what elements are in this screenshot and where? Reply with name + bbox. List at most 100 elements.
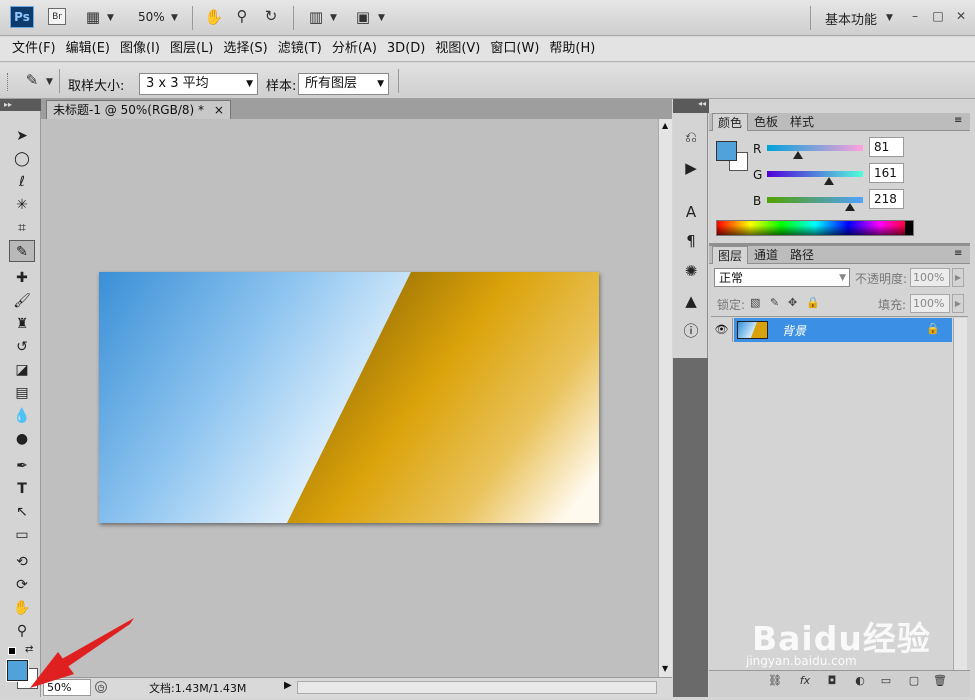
blue-slider-thumb[interactable] <box>845 203 855 211</box>
chevron-down-icon[interactable]: ▼ <box>171 13 178 23</box>
menu-view[interactable]: 视图(V) <box>430 37 485 61</box>
panel-menu-icon[interactable]: ≡ <box>954 248 962 259</box>
lock-position-icon[interactable]: ✥ <box>788 296 797 309</box>
sample-select[interactable]: 所有图层 ▼ <box>298 73 389 95</box>
layer-name[interactable]: 背景 <box>782 322 806 339</box>
info-panel-icon[interactable]: ⓘ <box>680 320 702 342</box>
vertical-scrollbar[interactable]: ▲ ▼ <box>658 119 672 677</box>
tab-styles[interactable]: 样式 <box>785 113 819 131</box>
hand-tool-icon[interactable]: ✋ <box>204 9 224 25</box>
gradient-tool-icon[interactable]: ▤ <box>9 382 35 404</box>
healing-brush-tool-icon[interactable]: ✚ <box>9 267 35 289</box>
character-panel-icon[interactable]: A <box>680 201 702 223</box>
red-value-input[interactable]: 81 <box>869 137 904 157</box>
layer-visibility-eye-icon[interactable]: 👁 <box>711 318 733 342</box>
collapse-toolbox-icon[interactable]: ▸▸ <box>0 99 41 111</box>
eyedropper-tool-icon[interactable]: ✎ <box>9 240 35 262</box>
screen-mode-icon[interactable]: ▣ <box>353 9 373 25</box>
document-tab[interactable]: 未标题-1 @ 50%(RGB/8) * × <box>46 100 231 119</box>
document-canvas[interactable] <box>99 272 599 523</box>
new-layer-icon[interactable]: ▢ <box>907 674 921 688</box>
brush-tool-icon[interactable]: 🖌 <box>9 290 35 312</box>
green-value-input[interactable]: 161 <box>869 163 904 183</box>
magic-wand-tool-icon[interactable]: ✳ <box>9 194 35 216</box>
fill-arrow-icon[interactable]: ▶ <box>952 294 964 313</box>
move-tool-icon[interactable]: ➤ <box>9 125 35 147</box>
red-slider-track[interactable] <box>767 145 863 151</box>
zoom-tool-icon[interactable]: ⚲ <box>232 8 252 24</box>
green-slider-track[interactable] <box>767 171 863 177</box>
menu-analysis[interactable]: 分析(A) <box>327 37 382 61</box>
panel-menu-icon[interactable]: ≡ <box>954 115 962 126</box>
status-menu-arrow-icon[interactable]: ▶ <box>284 680 292 691</box>
chevron-down-icon[interactable]: ▼ <box>46 77 53 87</box>
new-group-icon[interactable]: ▭ <box>879 674 893 688</box>
menu-3d[interactable]: 3D(D) <box>382 37 430 61</box>
lock-transparency-icon[interactable]: ▧ <box>750 296 760 309</box>
sample-size-select[interactable]: 3 x 3 平均 ▼ <box>139 73 258 95</box>
lock-image-icon[interactable]: ✎ <box>770 296 779 309</box>
menu-image[interactable]: 图像(I) <box>115 37 165 61</box>
adjustment-layer-icon[interactable]: ◐ <box>853 674 867 688</box>
opacity-input[interactable]: 100% <box>910 268 950 287</box>
rectangle-tool-icon[interactable]: ▭ <box>9 524 35 546</box>
dodge-tool-icon[interactable]: ● <box>9 428 35 450</box>
chevron-down-icon[interactable]: ▼ <box>330 13 337 23</box>
horizontal-scrollbar[interactable] <box>297 681 657 694</box>
layer-row-background[interactable]: 背景 🔒 <box>734 318 952 342</box>
menu-edit[interactable]: 编辑(E) <box>61 37 115 61</box>
navigator-panel-icon[interactable]: ▲ <box>680 290 702 312</box>
collapse-dock-icon[interactable]: ◂◂ <box>698 99 706 108</box>
photoshop-logo[interactable]: Ps <box>10 6 34 28</box>
history-brush-tool-icon[interactable]: ↺ <box>9 336 35 358</box>
menu-file[interactable]: 文件(F) <box>7 37 61 61</box>
eraser-tool-icon[interactable]: ◪ <box>9 359 35 381</box>
lock-all-icon[interactable]: 🔒 <box>806 296 820 309</box>
color-panel-foreground-swatch[interactable] <box>716 141 737 161</box>
workspace-switcher[interactable]: 基本功能 <box>825 9 877 28</box>
tab-layers[interactable]: 图层 <box>712 246 749 264</box>
chevron-down-icon[interactable]: ▼ <box>886 13 893 23</box>
green-slider-thumb[interactable] <box>824 177 834 185</box>
menu-select[interactable]: 选择(S) <box>218 37 272 61</box>
actions-panel-icon[interactable]: ▶ <box>680 157 702 179</box>
lasso-tool-icon[interactable]: ℓ <box>9 171 35 193</box>
brushes-panel-icon[interactable]: ✺ <box>680 260 702 282</box>
maximize-icon[interactable]: □ <box>930 8 946 24</box>
layer-style-icon[interactable]: fx <box>798 674 812 688</box>
tab-swatches[interactable]: 色板 <box>749 113 783 131</box>
close-icon[interactable]: ✕ <box>953 8 969 24</box>
options-grip[interactable] <box>7 73 10 91</box>
pen-tool-icon[interactable]: ✒ <box>9 455 35 477</box>
history-panel-icon[interactable]: ⎌ <box>680 126 702 148</box>
tab-channels[interactable]: 通道 <box>749 246 783 264</box>
menu-filter[interactable]: 滤镜(T) <box>273 37 327 61</box>
crop-tool-icon[interactable]: ⌗ <box>9 217 35 239</box>
color-spectrum-ramp[interactable] <box>716 220 914 236</box>
delete-layer-icon[interactable]: 🗑 <box>933 674 947 688</box>
blue-value-input[interactable]: 218 <box>869 189 904 209</box>
chevron-down-icon[interactable]: ▼ <box>107 13 114 23</box>
menu-layer[interactable]: 图层(L) <box>165 37 218 61</box>
layers-scrollbar[interactable] <box>953 318 967 670</box>
paragraph-panel-icon[interactable]: ¶ <box>680 230 702 252</box>
film-strip-icon[interactable]: ▦ <box>83 9 103 25</box>
menu-window[interactable]: 窗口(W) <box>485 37 544 61</box>
tab-color[interactable]: 颜色 <box>712 113 749 131</box>
scroll-down-icon[interactable]: ▼ <box>662 664 668 673</box>
rotate-view-icon[interactable]: ↻ <box>261 8 281 24</box>
link-layers-icon[interactable]: ⛓ <box>768 674 782 688</box>
arrange-documents-icon[interactable]: ▥ <box>306 9 326 25</box>
menu-help[interactable]: 帮助(H) <box>544 37 600 61</box>
red-slider-thumb[interactable] <box>793 151 803 159</box>
type-tool-icon[interactable]: T <box>9 478 35 500</box>
close-tab-icon[interactable]: × <box>214 103 224 117</box>
scroll-up-icon[interactable]: ▲ <box>662 121 668 130</box>
3d-orbit-tool-icon[interactable]: ⟳ <box>9 574 35 596</box>
zoom-level-dropdown[interactable]: 50% <box>138 10 165 24</box>
chevron-down-icon[interactable]: ▼ <box>378 13 385 23</box>
blur-tool-icon[interactable]: 💧 <box>9 405 35 427</box>
path-selection-tool-icon[interactable]: ↖ <box>9 501 35 523</box>
bridge-launch-button[interactable]: Br <box>48 8 66 25</box>
eyedropper-preset-icon[interactable]: ✎ <box>22 72 42 88</box>
